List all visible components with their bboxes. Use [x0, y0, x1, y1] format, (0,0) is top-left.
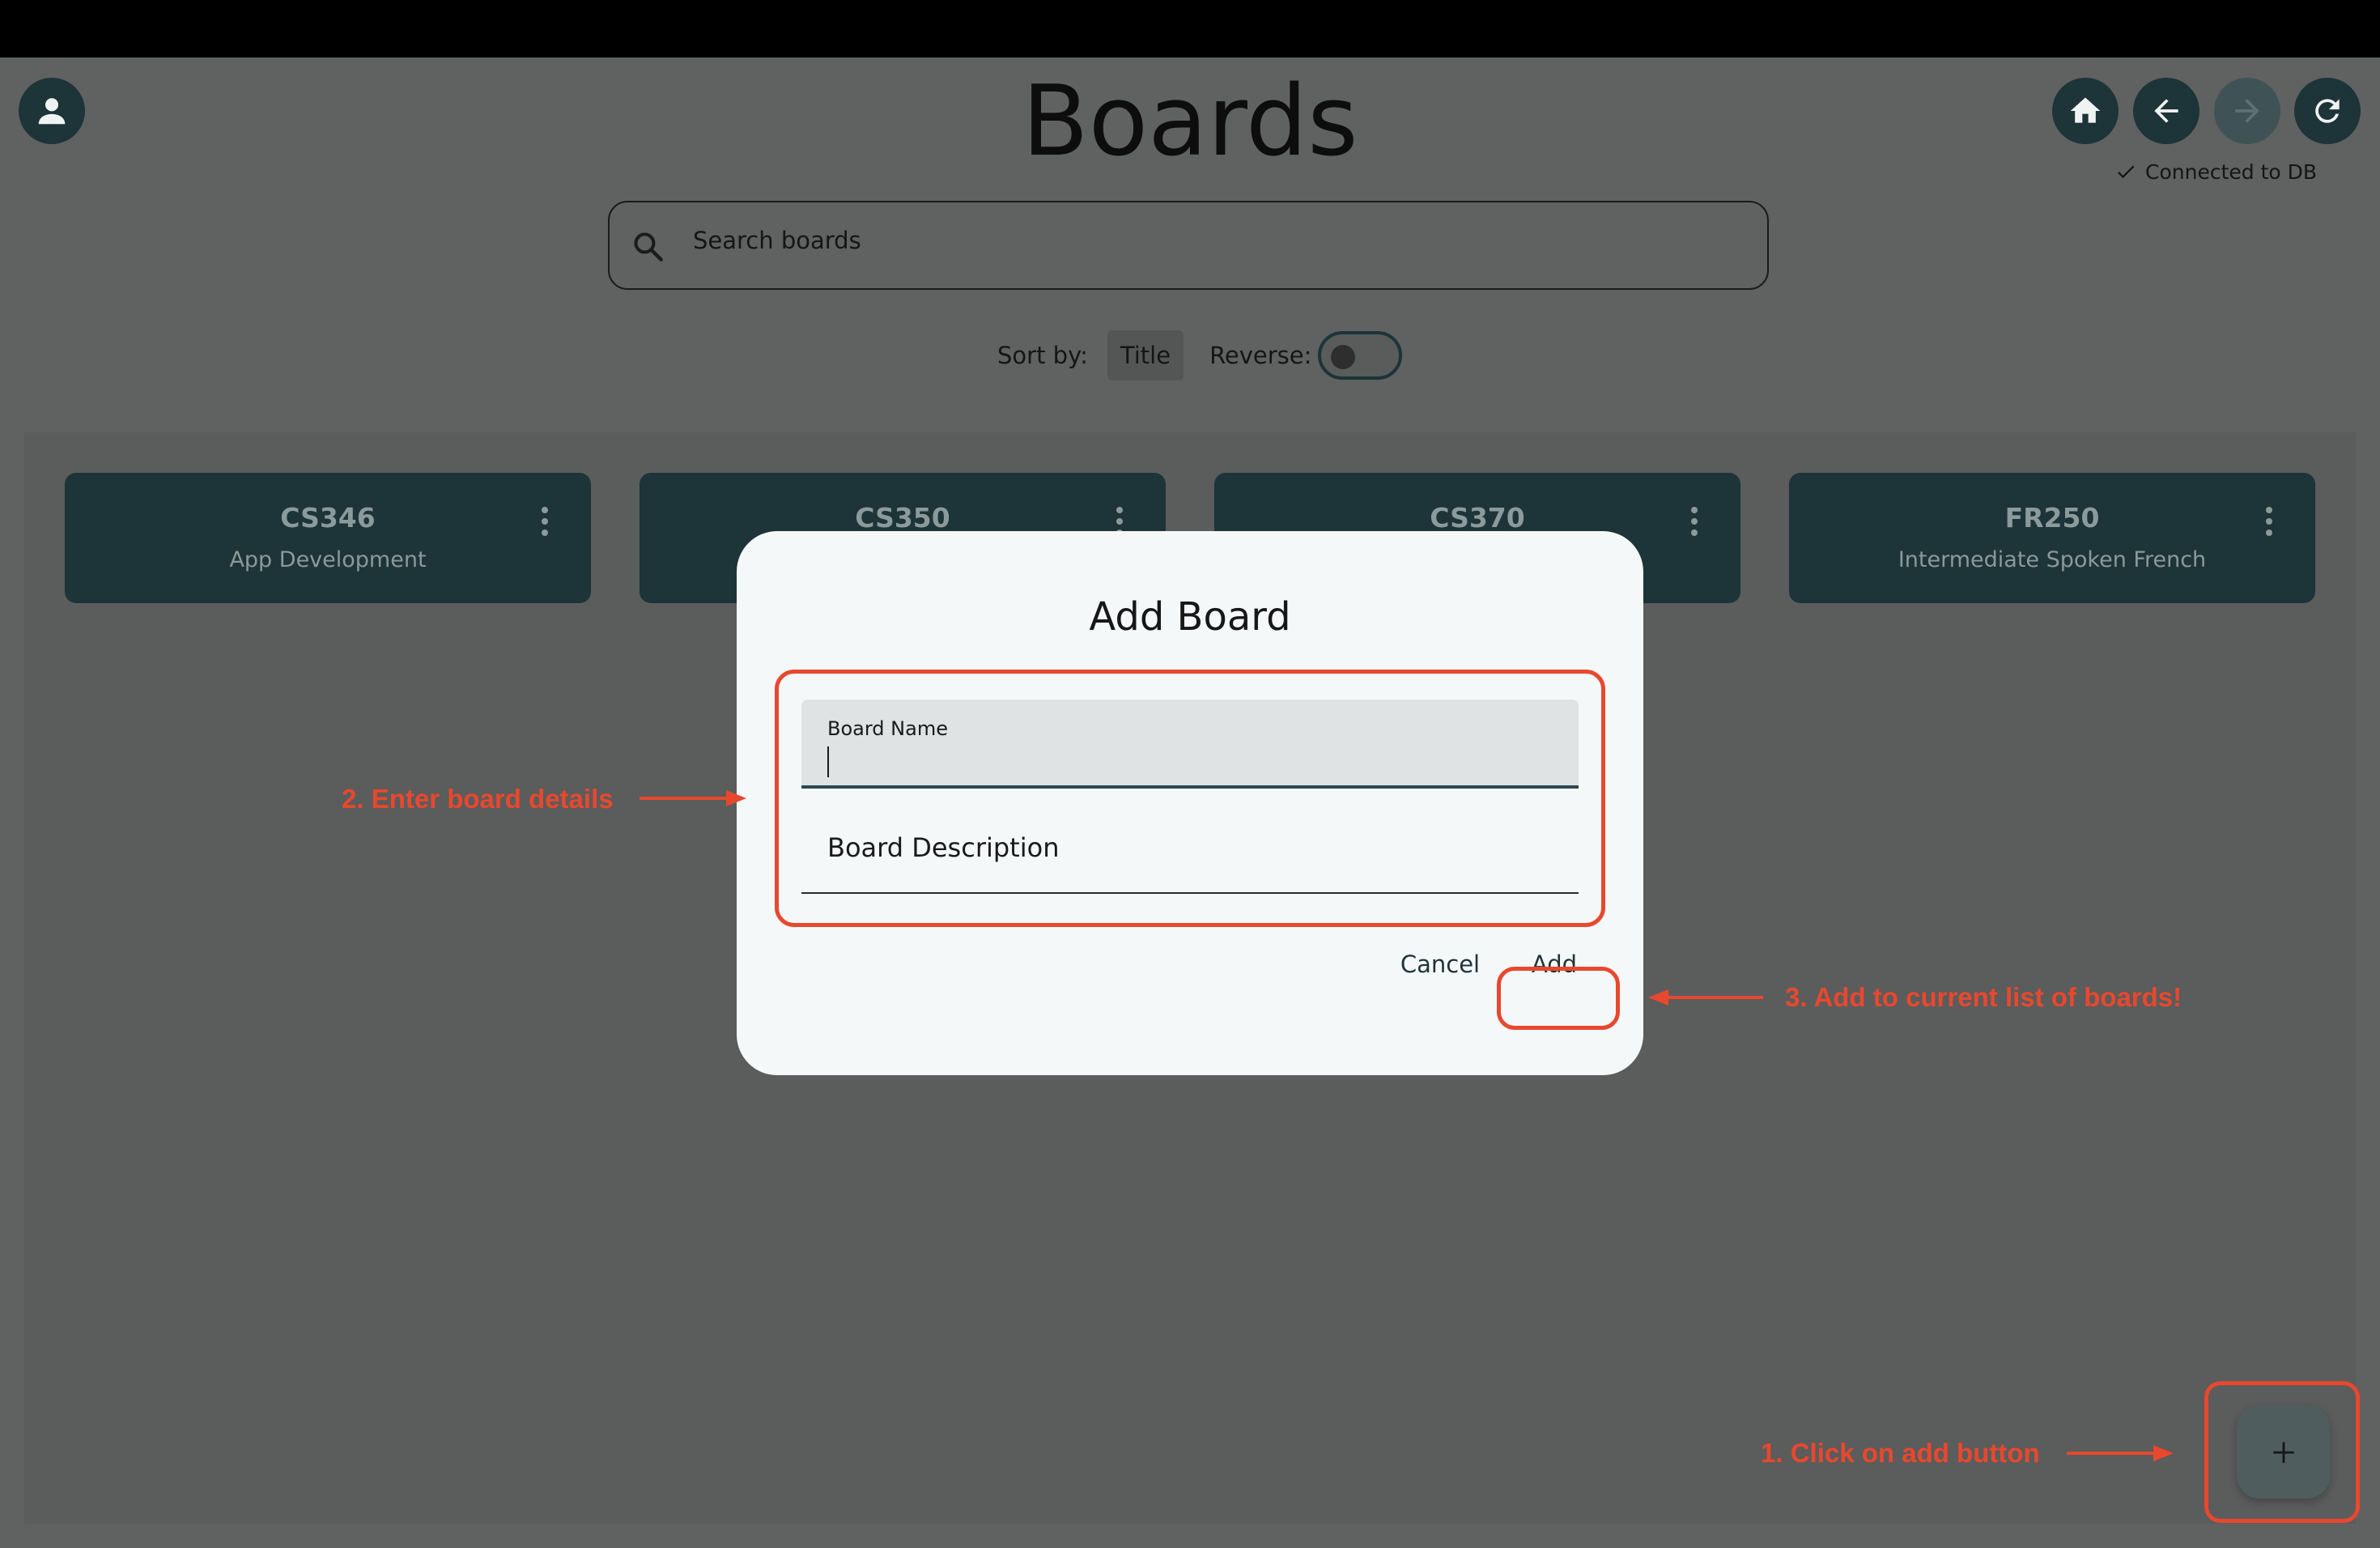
highlight-fab	[2204, 1381, 2360, 1523]
search-icon	[634, 232, 663, 262]
more-vert-icon[interactable]	[1689, 505, 1700, 538]
board-description: Intermediate Spoken French	[1898, 547, 2207, 572]
reverse-label: Reverse:	[1209, 342, 1312, 369]
board-card[interactable]: FR250 Intermediate Spoken French	[1789, 473, 2315, 603]
arrow-right-icon	[2235, 99, 2259, 123]
board-code: CS370	[1430, 502, 1525, 534]
search-bar[interactable]: Search boards	[608, 201, 1769, 290]
refresh-icon	[2315, 99, 2340, 123]
forward-button[interactable]	[2214, 78, 2280, 144]
board-code: CS346	[280, 502, 376, 534]
annotation-arrow-right-icon	[640, 790, 746, 806]
annotation-arrow-left-icon	[1648, 989, 1763, 1006]
annotation-arrow-right-icon	[2067, 1445, 2174, 1461]
dialog-title: Add Board	[1089, 594, 1291, 640]
more-vert-icon[interactable]	[539, 505, 550, 538]
search-placeholder: Search boards	[693, 227, 861, 254]
board-description: App Development	[229, 547, 427, 572]
home-icon	[2070, 97, 2101, 123]
sort-by-select[interactable]: Title	[1107, 330, 1184, 381]
db-status-label: Connected to DB	[2145, 159, 2318, 184]
toggle-knob	[1331, 345, 1356, 369]
system-top-bar	[0, 0, 2380, 57]
sort-controls: Sort by: Title Reverse:	[997, 327, 1403, 384]
reverse-toggle[interactable]	[1318, 331, 1403, 380]
annotation-step-3: 3. Add to current list of boards!	[1785, 982, 2182, 1012]
sort-by-label: Sort by:	[997, 342, 1088, 369]
refresh-button[interactable]	[2294, 78, 2361, 144]
home-button[interactable]	[2052, 78, 2119, 144]
annotation-step-1: 1. Click on add button	[1761, 1438, 2040, 1468]
more-vert-icon[interactable]	[2263, 505, 2275, 538]
annotation-step-2: 2. Enter board details	[342, 784, 614, 814]
highlight-add-button	[1497, 967, 1620, 1030]
board-code: FR250	[2004, 502, 2100, 534]
page-title: Boards	[1022, 66, 1358, 178]
board-card[interactable]: CS346 App Development	[65, 473, 591, 603]
back-button[interactable]	[2133, 78, 2199, 144]
db-status: Connected to DB	[2114, 159, 2317, 185]
check-icon	[2117, 165, 2135, 179]
cancel-button[interactable]: Cancel	[1388, 936, 1493, 993]
highlight-board-fields	[775, 670, 1605, 927]
board-code: CS350	[855, 502, 950, 534]
arrow-left-icon	[2154, 99, 2178, 123]
